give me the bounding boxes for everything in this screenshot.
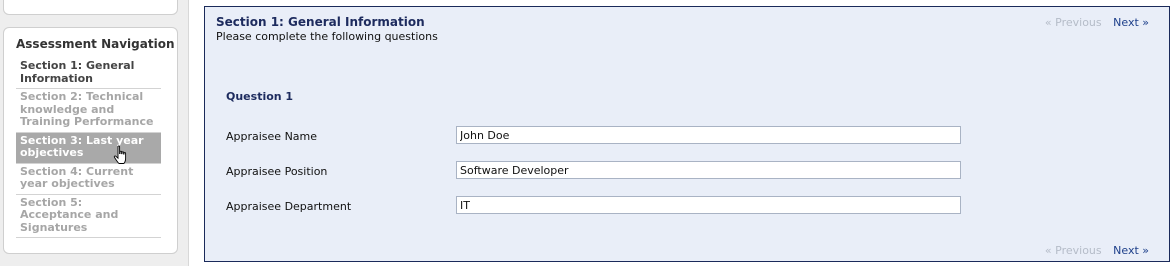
- appraisee-department-label: Appraisee Department: [226, 200, 352, 213]
- assessment-navigation-panel: Assessment Navigation Section 1: General…: [3, 27, 178, 254]
- appraisee-name-input[interactable]: [456, 126, 961, 144]
- appraisee-department-input[interactable]: [456, 196, 961, 214]
- section-subtitle: Please complete the following questions: [216, 30, 438, 43]
- pager-top: « Previous Next »: [1045, 16, 1149, 29]
- next-link-bottom[interactable]: Next »: [1113, 244, 1149, 257]
- question-title: Question 1: [226, 90, 294, 103]
- nav-item-section-5[interactable]: Section 5: Acceptance and Signatures: [16, 195, 161, 238]
- hand-pointer-icon: [113, 144, 127, 164]
- next-link-top[interactable]: Next »: [1113, 16, 1149, 29]
- navigation-list: Section 1: General Information Section 2…: [16, 58, 161, 238]
- section-panel: Section 1: General Information Please co…: [204, 6, 1170, 262]
- nav-item-section-1[interactable]: Section 1: General Information: [16, 58, 161, 89]
- page: Assessment Navigation Section 1: General…: [0, 0, 1174, 266]
- nav-item-section-3[interactable]: Section 3: Last year objectives: [16, 132, 161, 164]
- previous-link-bottom: « Previous: [1044, 244, 1102, 257]
- nav-item-section-4[interactable]: Section 4: Current year objectives: [16, 164, 161, 195]
- pager-bottom: « Previous Next »: [1045, 244, 1149, 257]
- appraisee-position-input[interactable]: [456, 161, 961, 179]
- left-column: Assessment Navigation Section 1: General…: [0, 0, 189, 266]
- appraisee-position-label: Appraisee Position: [226, 165, 328, 178]
- nav-item-section-2[interactable]: Section 2: Technical knowledge and Train…: [16, 89, 161, 133]
- previous-link-top: « Previous: [1044, 16, 1102, 29]
- section-title: Section 1: General Information: [216, 15, 425, 29]
- top-panel: [3, 0, 178, 15]
- appraisee-name-label: Appraisee Name: [226, 130, 318, 143]
- navigation-title: Assessment Navigation: [16, 37, 175, 51]
